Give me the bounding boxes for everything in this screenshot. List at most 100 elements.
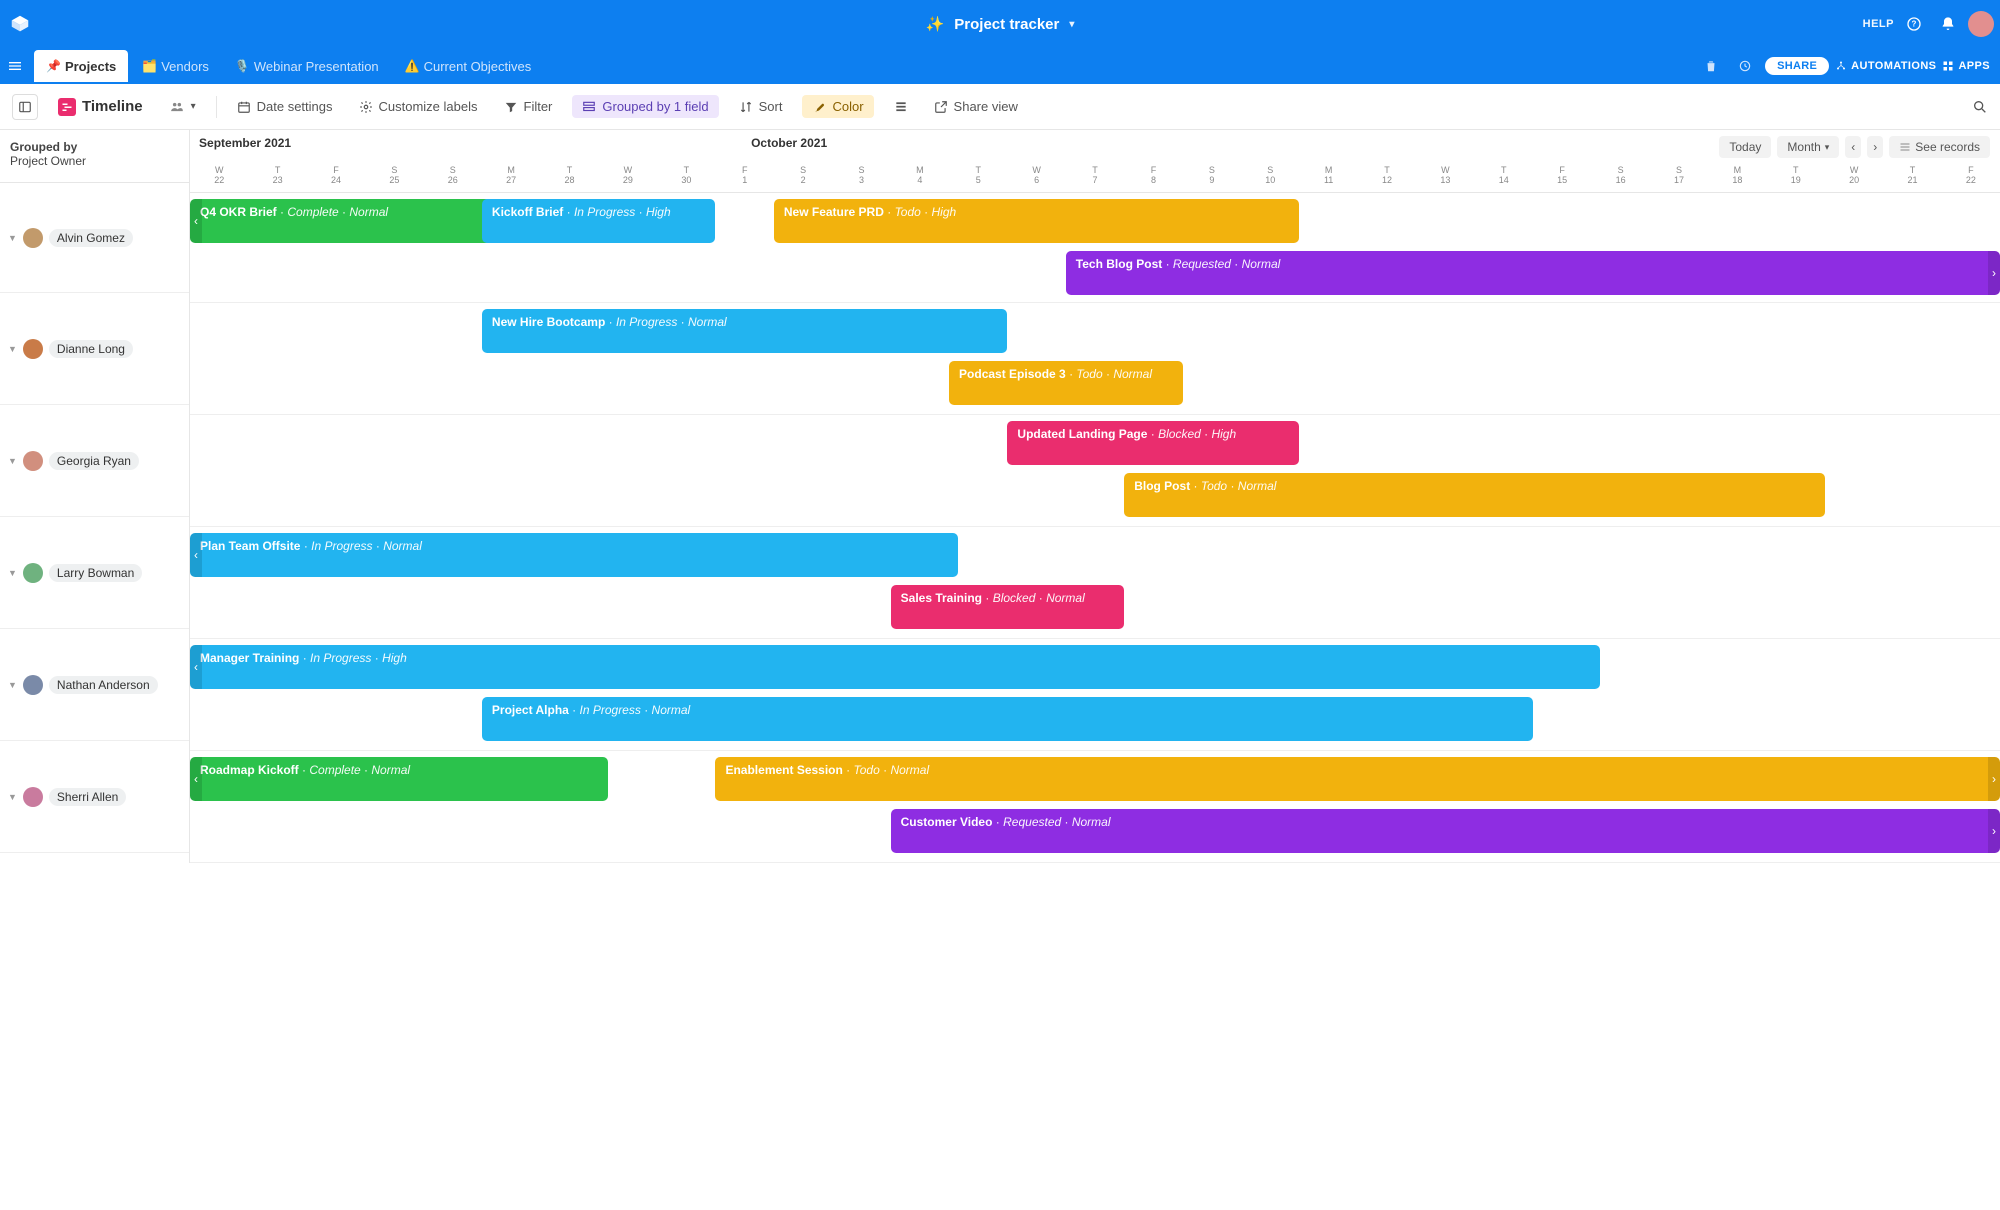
day-label: S9 <box>1183 164 1241 192</box>
day-label: F24 <box>307 164 365 192</box>
bar-status: In Progress <box>616 315 677 329</box>
workspace-title[interactable]: ✨ Project tracker ▾ <box>926 15 1075 33</box>
day-label: T7 <box>1066 164 1124 192</box>
timeline-bar[interactable]: New Hire Bootcamp · In Progress · Normal <box>482 309 1007 353</box>
caret-down-icon: ▾ <box>1069 19 1074 30</box>
owner-avatar <box>23 675 43 695</box>
automations-button[interactable]: AUTOMATIONS <box>1835 60 1936 72</box>
day-labels: W22T23F24S25S26M27T28W29T30F1S2S3M4T5W6T… <box>190 164 2000 192</box>
bar-priority: Normal <box>890 763 929 777</box>
timeline-group: ‹Q4 OKR Brief · Complete · NormalKickoff… <box>190 193 2000 303</box>
timeline-bar[interactable]: Sales Training · Blocked · Normal <box>891 585 1125 629</box>
day-label: S17 <box>1650 164 1708 192</box>
timeline-bar[interactable]: Podcast Episode 3 · Todo · Normal <box>949 361 1183 405</box>
bar-title: Enablement Session <box>725 763 842 777</box>
trash-icon[interactable] <box>1697 52 1725 80</box>
day-label: T30 <box>657 164 715 192</box>
bar-priority: Normal <box>349 205 388 219</box>
tab-vendors[interactable]: 🗂️Vendors <box>130 50 221 82</box>
today-button[interactable]: Today <box>1719 136 1771 158</box>
topbar: ✨ Project tracker ▾ HELP ? <box>0 0 2000 48</box>
edge-right-icon: › <box>1988 251 2000 295</box>
help-label[interactable]: HELP <box>1863 18 1894 30</box>
day-label: S25 <box>365 164 423 192</box>
owner-name: Georgia Ryan <box>49 452 139 470</box>
bell-icon[interactable] <box>1934 10 1962 38</box>
menu-icon[interactable] <box>0 48 30 84</box>
group-owner-row[interactable]: ▼Dianne Long <box>0 293 189 405</box>
apps-button[interactable]: APPS <box>1942 60 1990 72</box>
avatar[interactable] <box>1968 11 1994 37</box>
tab-icon: 📌 <box>46 59 61 73</box>
bar-title: Blog Post <box>1134 479 1190 493</box>
search-icon[interactable] <box>1972 99 1988 115</box>
view-name[interactable]: Timeline <box>52 94 149 120</box>
color-button[interactable]: Color <box>802 95 873 118</box>
bar-status: Blocked <box>1158 427 1201 441</box>
timeline-bar[interactable]: ‹Roadmap Kickoff · Complete · Normal <box>190 757 608 801</box>
timeline-bar[interactable]: Blog Post · Todo · Normal <box>1124 473 1825 517</box>
day-label: T14 <box>1475 164 1533 192</box>
tab-webinar-presentation[interactable]: 🎙️Webinar Presentation <box>223 50 391 82</box>
bar-status: In Progress <box>580 703 641 717</box>
timeline-bar[interactable]: ‹Plan Team Offsite · In Progress · Norma… <box>190 533 958 577</box>
prev-button[interactable]: ‹ <box>1845 136 1861 158</box>
bar-title: Project Alpha <box>492 703 569 717</box>
month-label: September 2021 <box>199 136 291 150</box>
row-height-button[interactable] <box>888 96 914 118</box>
day-label: S2 <box>774 164 832 192</box>
bar-priority: Normal <box>1238 479 1277 493</box>
timeline-bar[interactable]: Project Alpha · In Progress · Normal <box>482 697 1533 741</box>
collaborators-button[interactable]: ▾ <box>163 96 202 118</box>
timeline-bar[interactable]: Customer Video · Requested · Normal› <box>891 809 2000 853</box>
bar-priority: Normal <box>1072 815 1111 829</box>
grouped-button[interactable]: Grouped by 1 field <box>572 95 718 118</box>
group-owner-row[interactable]: ▼Georgia Ryan <box>0 405 189 517</box>
day-label: M4 <box>891 164 949 192</box>
bar-title: Kickoff Brief <box>492 205 563 219</box>
tab-label: Current Objectives <box>424 59 532 74</box>
bar-priority: Normal <box>383 539 422 553</box>
bar-priority: Normal <box>371 763 410 777</box>
bar-priority: High <box>382 651 407 665</box>
tab-label: Webinar Presentation <box>254 59 379 74</box>
tab-current-objectives[interactable]: ⚠️Current Objectives <box>393 50 544 82</box>
timeline-bar[interactable]: Kickoff Brief · In Progress · High <box>482 199 716 243</box>
share-view-button[interactable]: Share view <box>928 95 1024 118</box>
sidebar-toggle[interactable] <box>12 94 38 120</box>
see-records-button[interactable]: See records <box>1889 136 1990 158</box>
zoom-month-button[interactable]: Month▾ <box>1777 136 1839 158</box>
group-owner-row[interactable]: ▼Alvin Gomez <box>0 183 189 293</box>
next-button[interactable]: › <box>1867 136 1883 158</box>
edge-right-icon: › <box>1988 809 2000 853</box>
timeline-bar[interactable]: ‹Manager Training · In Progress · High <box>190 645 1600 689</box>
bar-status: In Progress <box>311 539 372 553</box>
day-label: W20 <box>1825 164 1883 192</box>
bar-title: Updated Landing Page <box>1017 427 1147 441</box>
group-sidebar: Grouped by Project Owner ▼Alvin Gomez▼Di… <box>0 130 190 863</box>
day-label: T28 <box>540 164 598 192</box>
group-owner-row[interactable]: ▼Larry Bowman <box>0 517 189 629</box>
sort-button[interactable]: Sort <box>733 95 789 118</box>
date-settings-button[interactable]: Date settings <box>231 95 339 118</box>
bar-title: Manager Training <box>200 651 299 665</box>
history-icon[interactable] <box>1731 52 1759 80</box>
bar-status: In Progress <box>310 651 371 665</box>
bar-title: Plan Team Offsite <box>200 539 300 553</box>
timeline-bar[interactable]: Tech Blog Post · Requested · Normal› <box>1066 251 2000 295</box>
timeline-bar[interactable]: New Feature PRD · Todo · High <box>774 199 1299 243</box>
share-button[interactable]: SHARE <box>1765 57 1829 75</box>
owner-name: Nathan Anderson <box>49 676 158 694</box>
tab-projects[interactable]: 📌Projects <box>34 50 128 82</box>
group-owner-row[interactable]: ▼Sherri Allen <box>0 741 189 853</box>
tab-label: Vendors <box>161 59 209 74</box>
customize-labels-button[interactable]: Customize labels <box>353 95 484 118</box>
help-icon[interactable]: ? <box>1900 10 1928 38</box>
timeline-bar[interactable]: Enablement Session · Todo · Normal› <box>715 757 2000 801</box>
group-owner-row[interactable]: ▼Nathan Anderson <box>0 629 189 741</box>
bar-title: Tech Blog Post <box>1076 257 1162 271</box>
filter-button[interactable]: Filter <box>498 95 559 118</box>
timeline-bar[interactable]: Updated Landing Page · Blocked · High <box>1007 421 1299 465</box>
logo-icon[interactable] <box>6 10 34 38</box>
timeline-bar[interactable]: ‹Q4 OKR Brief · Complete · Normal <box>190 199 491 243</box>
